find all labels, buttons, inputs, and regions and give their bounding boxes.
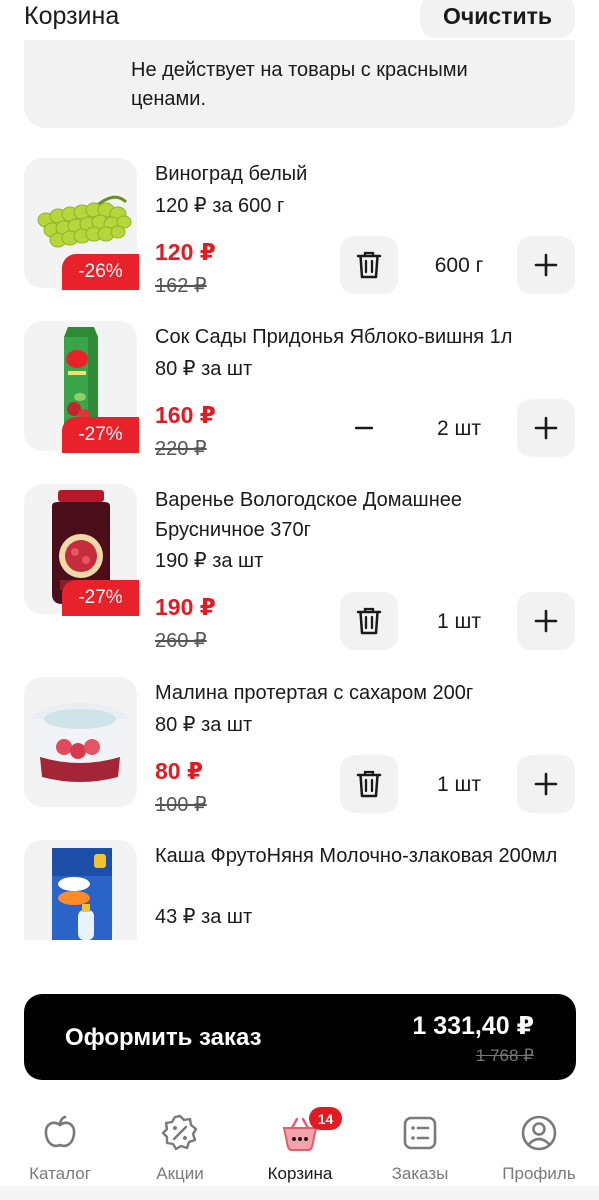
product-name[interactable]: Сок Сады Придонья Яблоко-вишня 1л: [155, 322, 575, 352]
product-image[interactable]: [24, 840, 137, 940]
quantity-value: 600 г: [434, 254, 484, 277]
profile-icon: [521, 1115, 557, 1151]
trash-icon: [356, 607, 382, 635]
minus-icon: [354, 426, 374, 430]
cart-item: Каша ФрутоНяня Молочно-злаковая 200мл 43…: [0, 840, 599, 940]
quantity-value: 2 шт: [437, 417, 481, 440]
checkout-total: 1 331,40 ₽: [412, 1012, 534, 1040]
tab-orders[interactable]: Заказы: [360, 1112, 480, 1183]
apple-icon: [44, 1115, 76, 1148]
clear-cart-button[interactable]: Очистить: [420, 0, 575, 38]
discount-badge: -26%: [62, 254, 139, 290]
porridge-carton-image: [52, 848, 112, 940]
cart-count-badge: 14: [309, 1107, 342, 1130]
raspberry-cup-image: [32, 703, 128, 783]
increase-button[interactable]: [517, 399, 575, 457]
tab-cart[interactable]: 14 Корзина: [240, 1107, 360, 1183]
delete-button[interactable]: [340, 755, 398, 813]
plus-icon: [534, 416, 558, 440]
tab-catalog[interactable]: Каталог: [0, 1112, 120, 1183]
page-title: Корзина: [24, 2, 120, 30]
product-price: 160 ₽: [155, 402, 216, 428]
decrease-button[interactable]: [335, 399, 393, 457]
tab-label: Профиль: [502, 1164, 576, 1183]
product-price: 80 ₽: [155, 758, 203, 784]
notice-text: Не действует на товары с красными ценами…: [131, 59, 468, 110]
quantity-value: 1 шт: [437, 773, 481, 796]
product-price: 120 ₽: [155, 239, 216, 265]
product-name[interactable]: Каша ФрутоНяня Молочно-злаковая 200мл: [155, 841, 575, 871]
unit-price: 120 ₽ за 600 г: [155, 195, 285, 217]
plus-icon: [534, 772, 558, 796]
trash-icon: [356, 770, 382, 798]
checkout-old-total: 1 768 ₽: [475, 1046, 534, 1065]
promo-notice-card: Не действует на товары с красными ценами…: [24, 40, 575, 128]
tab-profile[interactable]: Профиль: [479, 1112, 599, 1183]
checkout-label: Оформить заказ: [65, 1024, 262, 1051]
checkout-button[interactable]: Оформить заказ 1 331,40 ₽ 1 768 ₽: [24, 994, 576, 1080]
tab-label: Заказы: [391, 1164, 449, 1183]
product-name[interactable]: Малина протертая с сахаром 200г: [155, 678, 575, 708]
quantity-value: 1 шт: [437, 610, 481, 633]
unit-price: 80 ₽ за шт: [155, 714, 253, 736]
plus-icon: [534, 253, 558, 277]
orders-list-icon: [403, 1116, 437, 1150]
old-price: 220 ₽: [155, 438, 207, 460]
unit-price: 43 ₽ за шт: [155, 906, 253, 928]
discount-badge: -27%: [62, 580, 139, 616]
top-bar: Корзина Очистить: [0, 0, 599, 40]
old-price: 100 ₽: [155, 794, 207, 816]
unit-price: 80 ₽ за шт: [155, 358, 253, 380]
delete-button[interactable]: [340, 236, 398, 294]
product-image[interactable]: [24, 677, 137, 807]
tab-label: Акции: [156, 1164, 204, 1183]
discount-icon: [161, 1114, 198, 1151]
tab-label: Каталог: [29, 1164, 91, 1183]
increase-button[interactable]: [517, 755, 575, 813]
discount-badge: -27%: [62, 417, 139, 453]
old-price: 162 ₽: [155, 275, 207, 297]
product-name[interactable]: Варенье Вологодское Домашнее Брусничное …: [155, 485, 575, 545]
increase-button[interactable]: [517, 236, 575, 294]
system-nav-strip: [0, 1186, 599, 1200]
tab-promotions[interactable]: Акции: [120, 1112, 240, 1183]
old-price: 260 ₽: [155, 630, 207, 652]
increase-button[interactable]: [517, 592, 575, 650]
trash-icon: [356, 251, 382, 279]
bottom-tab-bar: Каталог Акции 14 Корзина Заказы Профиль: [0, 1100, 599, 1200]
delete-button[interactable]: [340, 592, 398, 650]
product-price: 190 ₽: [155, 594, 216, 620]
unit-price: 190 ₽ за шт: [155, 550, 264, 572]
product-name[interactable]: Виноград белый: [155, 159, 575, 189]
tab-label: Корзина: [267, 1164, 333, 1183]
plus-icon: [534, 609, 558, 633]
